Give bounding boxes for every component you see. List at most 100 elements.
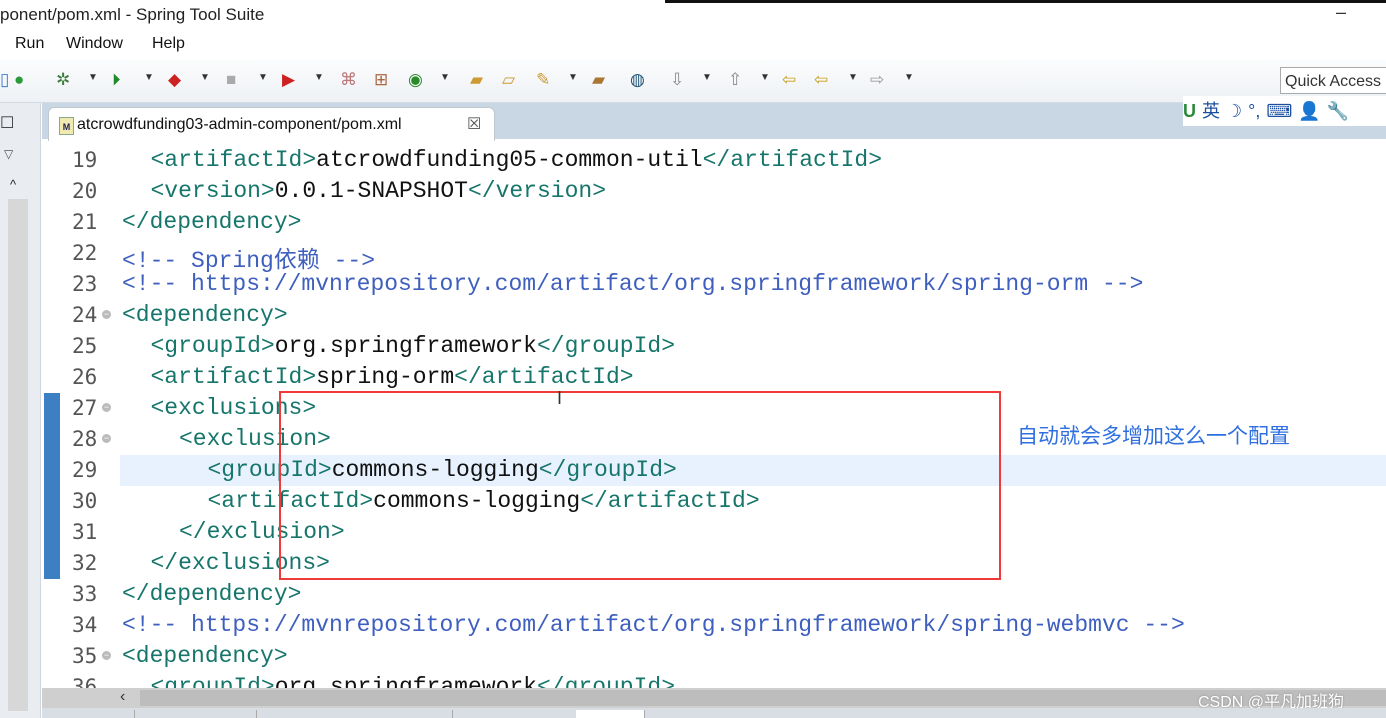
launch-dropdown[interactable]: ▼ xyxy=(314,72,324,83)
bottom-tab[interactable] xyxy=(42,710,135,718)
close-tab-icon[interactable]: ☒ xyxy=(467,114,481,134)
ime-punctuation-icon[interactable]: °, xyxy=(1248,101,1260,121)
ime-language-toggle[interactable]: 英 xyxy=(1202,101,1220,121)
quick-access-input[interactable]: Quick Access xyxy=(1280,67,1386,94)
aspectj-icon[interactable]: ⌘ xyxy=(340,70,357,90)
editor-tab-label: atcrowdfunding03-admin-component/pom.xml xyxy=(77,116,402,133)
minimize-button[interactable]: – xyxy=(1336,2,1346,23)
line-number: 26 xyxy=(72,365,98,389)
annotation-text: 自动就会多增加这么一个配置 xyxy=(1017,425,1290,448)
left-panel-scrollbar[interactable] xyxy=(8,199,28,711)
launch-icon[interactable]: ▶ xyxy=(282,70,295,90)
menu-window[interactable]: Window xyxy=(66,35,123,53)
line-number: 20 xyxy=(72,179,98,203)
line-number: 35 xyxy=(72,644,98,668)
ime-keyboard-icon[interactable]: ⌨ xyxy=(1266,101,1292,121)
folder-icon[interactable]: ▰ xyxy=(592,70,605,90)
code-line[interactable]: 21 </dependency> xyxy=(42,207,1386,238)
debug-icon[interactable]: ✲ xyxy=(56,70,70,90)
code-line[interactable]: 25 <groupId>org.springframework</groupId> xyxy=(42,331,1386,362)
view-menu-icon[interactable]: ▽ xyxy=(4,147,13,161)
forward-dropdown[interactable]: ▼ xyxy=(904,72,914,83)
ime-logo-icon[interactable]: U xyxy=(1183,101,1196,121)
fold-toggle-icon[interactable]: − xyxy=(102,403,111,412)
pen-icon[interactable]: ✎ xyxy=(536,70,550,90)
open-project-icon[interactable]: ▰ xyxy=(470,70,483,90)
bottom-tab[interactable] xyxy=(256,710,453,718)
stop-icon[interactable]: ■ xyxy=(226,70,236,90)
xml-tag: </groupId> xyxy=(536,674,676,688)
bottom-tab[interactable] xyxy=(452,710,577,718)
pen-dropdown[interactable]: ▼ xyxy=(568,72,578,83)
editor-tab-pom[interactable]: M atcrowdfunding03-admin-component/pom.x… xyxy=(48,107,495,142)
xml-tag: <dependency> xyxy=(122,302,288,328)
globe-icon[interactable]: ◍ xyxy=(630,70,645,90)
debug-dropdown[interactable]: ▼ xyxy=(88,72,98,83)
stop-dropdown[interactable]: ▼ xyxy=(258,72,268,83)
new-package-icon[interactable]: ⊞ xyxy=(374,70,388,90)
code-text: <artifactId>spring-orm</artifactId> xyxy=(151,364,634,390)
prev-annotation-dropdown[interactable]: ▼ xyxy=(760,72,770,83)
run-config-icon[interactable]: ◆ xyxy=(168,70,181,90)
fold-toggle-icon[interactable]: − xyxy=(102,310,111,319)
code-line[interactable]: 23 <!-- https://mvnrepository.com/artifac… xyxy=(42,269,1386,300)
run-dropdown[interactable]: ▼ xyxy=(144,72,154,83)
code-text: <!-- https://mvnrepository.com/artifact/… xyxy=(122,612,1185,638)
fold-toggle-icon[interactable]: − xyxy=(102,434,111,443)
prev-annotation-icon[interactable]: ⇧ xyxy=(728,70,742,90)
xml-file-icon: M xyxy=(59,117,74,135)
scroll-up-icon[interactable]: ^ xyxy=(10,177,16,192)
bottom-tab-active[interactable] xyxy=(576,710,645,718)
line-number: 23 xyxy=(72,272,98,296)
xml-text: spring-orm xyxy=(316,364,455,390)
fold-toggle-icon[interactable]: − xyxy=(102,651,111,660)
code-line[interactable]: 24− <dependency> xyxy=(42,300,1386,331)
code-line[interactable]: 26 <artifactId>spring-orm</artifactId> xyxy=(42,362,1386,393)
xml-tag: </dependency> xyxy=(122,209,302,235)
code-line[interactable]: 20 <version>0.0.1-SNAPSHOT</version> xyxy=(42,176,1386,207)
new-class-icon[interactable]: ◉ xyxy=(408,70,423,90)
highlight-box xyxy=(279,391,1001,580)
next-annotation-dropdown[interactable]: ▼ xyxy=(702,72,712,83)
xml-text: org.springframework xyxy=(274,333,537,359)
forward-icon[interactable]: ⇨ xyxy=(870,70,884,90)
xml-tag: </artifactId> xyxy=(454,364,634,390)
menu-help[interactable]: Help xyxy=(152,35,185,53)
xml-tag: </artifactId> xyxy=(702,147,883,173)
line-number: 27 xyxy=(72,396,98,420)
xml-tag: <groupId> xyxy=(150,333,275,359)
xml-text: org.springframework xyxy=(274,674,537,688)
xml-tag: <version> xyxy=(150,178,275,204)
xml-tag: <artifactId> xyxy=(150,364,317,390)
last-edit-icon[interactable]: ⇦ xyxy=(782,70,796,90)
ime-halfwidth-icon[interactable]: ☽ xyxy=(1226,101,1242,121)
new-class-dropdown[interactable]: ▼ xyxy=(440,72,450,83)
code-line[interactable]: 36 <groupId>org.springframework</groupId> xyxy=(42,672,1386,688)
horizontal-scrollbar[interactable]: ‹ xyxy=(42,688,1386,708)
line-number: 33 xyxy=(72,582,98,606)
restore-icon[interactable]: ☐ xyxy=(0,113,14,133)
line-number: 22 xyxy=(72,241,98,265)
code-text: </dependency> xyxy=(122,209,301,235)
run-config-dropdown[interactable]: ▼ xyxy=(200,72,210,83)
run-icon[interactable]: ⏵ xyxy=(112,70,121,90)
code-line[interactable]: 34 <!-- https://mvnrepository.com/artifac… xyxy=(42,610,1386,641)
back-icon[interactable]: ⇦ xyxy=(814,70,828,90)
code-line[interactable]: 35− <dependency> xyxy=(42,641,1386,672)
text-cursor-icon: I xyxy=(557,388,563,408)
ime-user-icon[interactable]: 👤 xyxy=(1298,101,1320,121)
next-annotation-icon[interactable]: ⇩ xyxy=(670,70,684,90)
back-dropdown[interactable]: ▼ xyxy=(848,72,858,83)
code-line[interactable]: 19 <artifactId>atcrowdfunding05-common-ut… xyxy=(42,145,1386,176)
bottom-tab[interactable] xyxy=(134,710,257,718)
code-line[interactable]: 33 </dependency> xyxy=(42,579,1386,610)
new-error-icon[interactable]: ● xyxy=(14,70,24,90)
open-folder-icon[interactable]: ▱ xyxy=(502,70,515,90)
menu-run[interactable]: Run xyxy=(15,35,44,53)
line-number: 28 xyxy=(72,427,98,451)
scroll-left-icon[interactable]: ‹ xyxy=(120,688,125,706)
xml-comment: <!-- https://mvnrepository.com/artifact/… xyxy=(122,612,1185,638)
code-line[interactable]: 22 <!-- Spring依赖 --> xyxy=(42,238,1386,274)
ime-settings-icon[interactable]: 🔧 xyxy=(1327,101,1349,121)
perspective-icon[interactable]: ▯ xyxy=(0,70,9,90)
